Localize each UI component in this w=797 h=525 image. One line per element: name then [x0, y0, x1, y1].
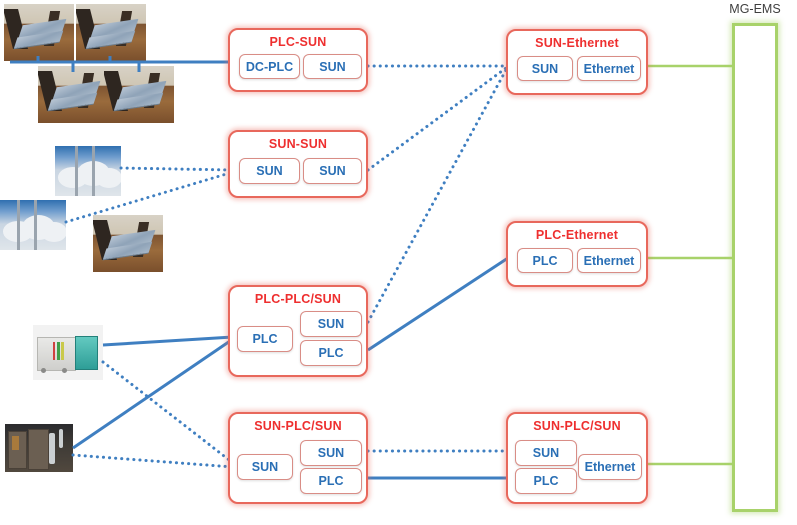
- chip-sun[interactable]: SUN: [303, 54, 362, 79]
- node-title: PLC-SUN: [269, 35, 327, 49]
- chip-plc-left[interactable]: PLC: [515, 468, 577, 494]
- chip-plc-right[interactable]: PLC: [300, 468, 362, 494]
- chip-sun-right[interactable]: SUN: [300, 440, 362, 466]
- node-plc-plc-sun[interactable]: PLC-PLC/SUN PLC SUN PLC: [228, 285, 368, 377]
- chip-plc-left[interactable]: PLC: [237, 326, 293, 352]
- chip-plc-right[interactable]: PLC: [300, 340, 362, 366]
- chip-dc-plc[interactable]: DC-PLC: [239, 54, 300, 79]
- network-diagram-canvas: PLC-SUN DC-PLC SUN SUN-Ethernet SUN Ethe…: [0, 0, 797, 525]
- mg-ems-panel[interactable]: [732, 23, 778, 512]
- chip-sun-right[interactable]: SUN: [303, 158, 362, 184]
- chip-sun-right[interactable]: SUN: [300, 311, 362, 337]
- node-sun-plc-sun-right[interactable]: SUN-PLC/SUN SUN PLC Ethernet: [506, 412, 648, 504]
- node-sun-sun[interactable]: SUN-SUN SUN SUN: [228, 130, 368, 198]
- node-sun-plc-sun-left[interactable]: SUN-PLC/SUN SUN SUN PLC: [228, 412, 368, 504]
- node-title: SUN-PLC/SUN: [254, 419, 342, 433]
- node-plc-ethernet[interactable]: PLC-Ethernet PLC Ethernet: [506, 221, 648, 287]
- dc-bus: [10, 56, 233, 72]
- chip-sun-left[interactable]: SUN: [239, 158, 300, 184]
- chip-ethernet[interactable]: Ethernet: [577, 56, 641, 81]
- chip-ethernet[interactable]: Ethernet: [578, 454, 642, 480]
- chip-ethernet[interactable]: Ethernet: [577, 248, 641, 273]
- chip-plc[interactable]: PLC: [517, 248, 573, 273]
- chip-sun-left[interactable]: SUN: [515, 440, 577, 466]
- node-sun-ethernet[interactable]: SUN-Ethernet SUN Ethernet: [506, 29, 648, 95]
- node-title: PLC-PLC/SUN: [254, 292, 342, 306]
- mg-ems-label: MG-EMS: [729, 2, 781, 16]
- chip-sun-left[interactable]: SUN: [237, 454, 293, 480]
- connection-lines: [10, 56, 732, 480]
- node-title: SUN-PLC/SUN: [533, 419, 621, 433]
- node-title: PLC-Ethernet: [535, 228, 619, 242]
- ems-links: [648, 64, 732, 466]
- node-title: SUN-Ethernet: [535, 36, 619, 50]
- node-plc-sun[interactable]: PLC-SUN DC-PLC SUN: [228, 28, 368, 92]
- node-title: SUN-SUN: [268, 137, 328, 151]
- chip-sun[interactable]: SUN: [517, 56, 573, 81]
